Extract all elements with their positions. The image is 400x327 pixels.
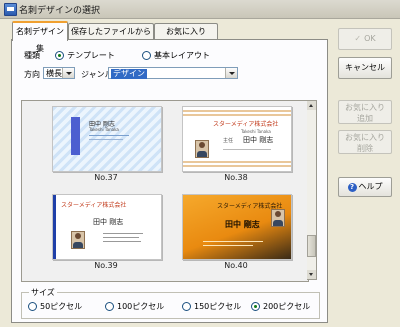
card-company: スターメディア株式会社 — [213, 121, 279, 128]
ok-button-label: OK — [364, 34, 376, 43]
radio-size-200[interactable] — [251, 302, 260, 311]
tab-saved-files[interactable]: 保存したファイルから — [68, 23, 154, 39]
dialog-body: 名刺デザイン集 保存したファイルから お気に入り 種類 テンプレート 基本レイア… — [2, 19, 398, 325]
design-card-39[interactable]: スターメディア株式会社 田中 剛志 — [52, 194, 162, 260]
remove-favorite-button[interactable]: お気に入り 削除 — [338, 130, 392, 154]
design-gallery: 田中 剛志 Takeshi Tanaka No.37 スターメディア株式会社 T… — [21, 100, 309, 282]
card-caption: No.40 — [224, 261, 248, 270]
window-title: 名刺デザインの選択 — [19, 6, 101, 16]
type-row: 種類 テンプレート 基本レイアウト — [24, 50, 210, 61]
card-name: 田中 剛志 — [225, 220, 260, 229]
card-romaji: Takeshi Tanaka — [89, 127, 119, 132]
card-accent-bar — [71, 117, 80, 155]
divider — [203, 241, 263, 242]
remove-favorite-label-2: 削除 — [357, 144, 373, 153]
card-company: スターメディア株式会社 — [61, 202, 127, 209]
help-button[interactable]: ? ヘルプ — [338, 177, 392, 197]
size-option-50[interactable]: 50ピクセル — [28, 301, 82, 312]
remove-favorite-label-1: お気に入り — [345, 133, 385, 142]
radio-size-100[interactable] — [105, 302, 114, 311]
chevron-down-icon[interactable] — [62, 68, 74, 78]
radio-template[interactable] — [55, 51, 65, 60]
direction-label: 方向 — [24, 70, 40, 79]
divider — [183, 110, 291, 112]
add-favorite-button[interactable]: お気に入り 追加 — [338, 100, 392, 124]
add-favorite-label-2: 追加 — [357, 114, 373, 123]
cancel-button[interactable]: キャンセル — [338, 57, 392, 79]
tab-design-collection[interactable]: 名刺デザイン集 — [12, 21, 68, 53]
app-icon — [4, 3, 17, 16]
divider — [223, 149, 271, 150]
checkmark-icon: ✓ — [354, 34, 362, 43]
divider — [89, 135, 129, 136]
genre-value: デザイン — [111, 69, 147, 79]
size-group-label: サイズ — [29, 287, 57, 298]
divider — [103, 233, 143, 234]
size-option-200[interactable]: 200ピクセル — [251, 301, 310, 312]
card-caption: No.37 — [94, 173, 118, 182]
design-card-38[interactable]: スターメディア株式会社 Takeshi Tanaka 主任 田中 剛志 — [182, 106, 292, 172]
card-accent-bar — [53, 195, 56, 259]
radio-basic-layout[interactable] — [141, 51, 151, 60]
portrait-photo — [195, 140, 209, 158]
radio-size-50[interactable] — [28, 302, 37, 311]
divider — [183, 165, 291, 167]
divider — [183, 114, 291, 116]
divider — [103, 241, 141, 242]
portrait-photo — [271, 209, 285, 227]
radio-basic-layout-label[interactable]: 基本レイアウト — [154, 51, 210, 60]
size-option-label[interactable]: 50ピクセル — [40, 302, 82, 311]
direction-value: 横長 — [46, 69, 62, 78]
tab-favorites[interactable]: お気に入り — [154, 23, 218, 39]
divider — [89, 139, 123, 140]
card-name: 田中 剛志 — [243, 136, 274, 144]
size-group: サイズ 50ピクセル 100ピクセル 150ピクセル 200ピクセル — [21, 287, 320, 319]
help-icon: ? — [347, 183, 357, 192]
card-role: 主任 — [223, 138, 234, 144]
radio-template-label[interactable]: テンプレート — [67, 51, 115, 60]
design-card-37[interactable]: 田中 剛志 Takeshi Tanaka — [52, 106, 162, 172]
size-option-label[interactable]: 100ピクセル — [117, 302, 164, 311]
size-option-150[interactable]: 150ピクセル — [182, 301, 241, 312]
portrait-photo — [71, 231, 85, 249]
card-romaji: Takeshi Tanaka — [241, 129, 271, 134]
divider — [103, 237, 139, 238]
size-option-label[interactable]: 200ピクセル — [263, 302, 310, 311]
ok-button[interactable]: ✓ OK — [338, 28, 392, 50]
card-name: 田中 剛志 — [93, 218, 124, 226]
gallery-scrollbar[interactable] — [307, 100, 317, 280]
title-bar: 名刺デザインの選択 — [0, 0, 400, 19]
add-favorite-label-1: お気に入り — [345, 103, 385, 112]
design-card-40[interactable]: スターメディア株式会社 田中 剛志 — [182, 194, 292, 260]
scroll-up-icon[interactable] — [307, 101, 316, 110]
divider — [183, 161, 291, 163]
direction-select[interactable]: 横長 — [43, 67, 75, 79]
card-caption: No.39 — [94, 261, 118, 270]
cancel-button-label: キャンセル — [345, 63, 385, 72]
scroll-down-icon[interactable] — [307, 270, 316, 279]
scroll-thumb[interactable] — [307, 235, 316, 257]
tab-panel: 種類 テンプレート 基本レイアウト 方向 横長 ジャンル デザイン 田中 剛志 … — [11, 39, 328, 323]
chevron-down-icon[interactable] — [225, 68, 237, 78]
help-button-label: ヘルプ — [358, 182, 383, 191]
genre-select[interactable]: デザイン — [108, 67, 238, 79]
size-option-label[interactable]: 150ピクセル — [194, 302, 241, 311]
divider — [203, 245, 253, 246]
radio-size-150[interactable] — [182, 302, 191, 311]
size-option-100[interactable]: 100ピクセル — [105, 301, 164, 312]
card-caption: No.38 — [224, 173, 248, 182]
